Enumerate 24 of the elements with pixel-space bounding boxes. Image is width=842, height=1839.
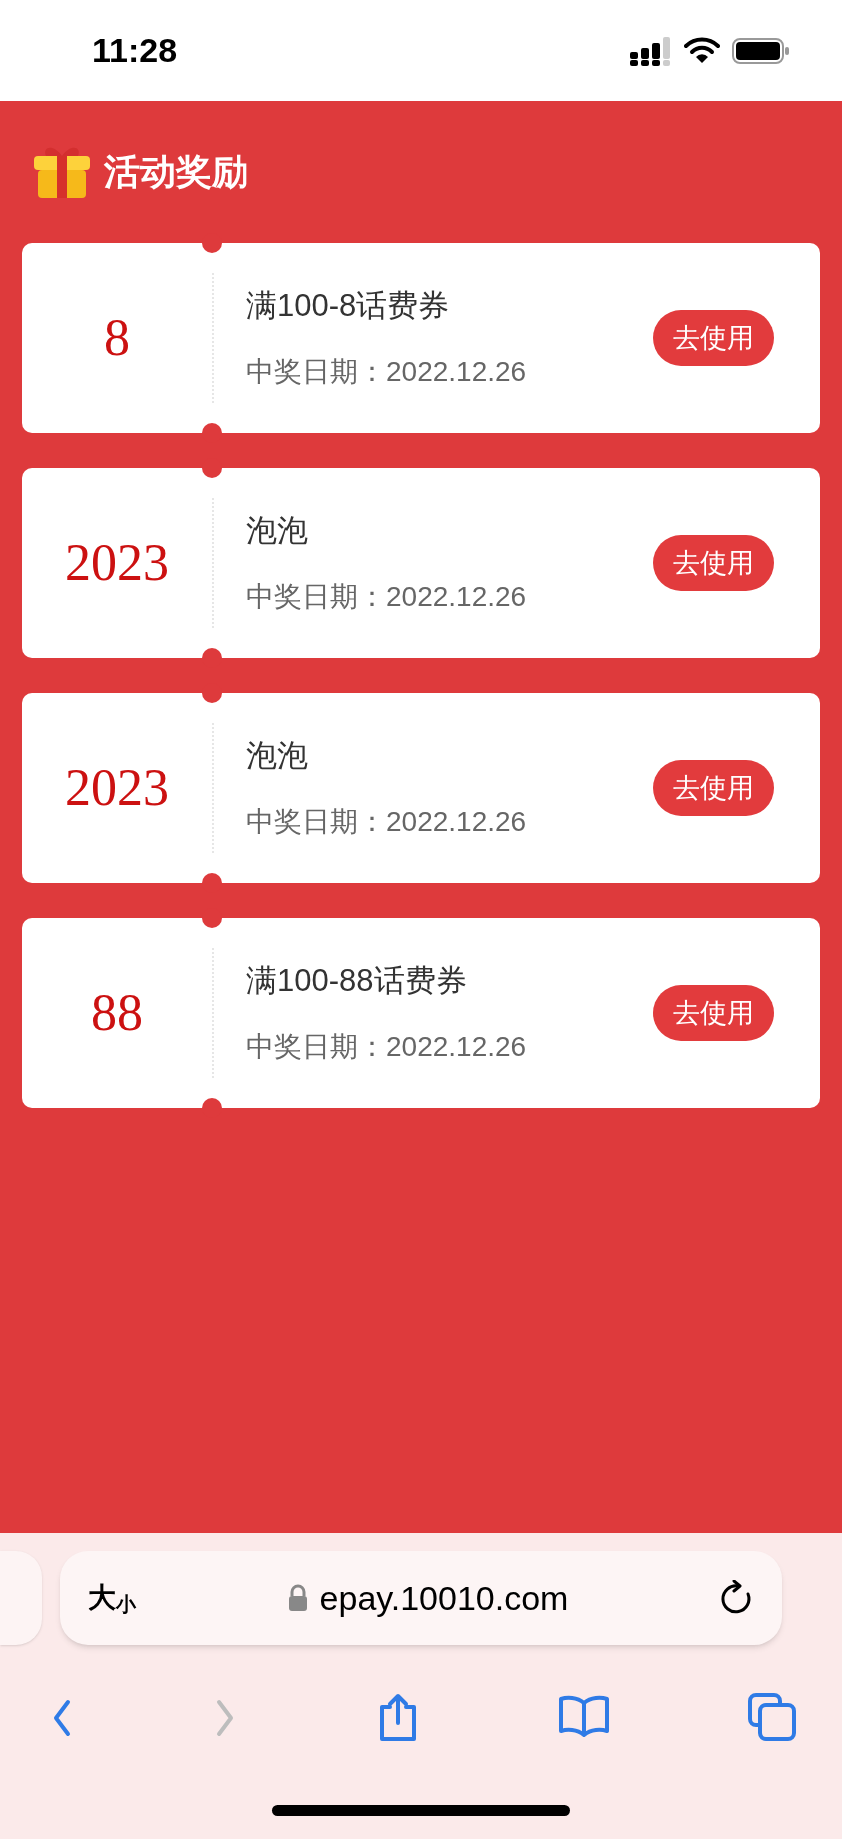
use-button[interactable]: 去使用 [653, 310, 774, 366]
battery-icon [732, 36, 790, 65]
award-date: 中奖日期：2022.12.26 [246, 805, 528, 840]
signal-icon [630, 35, 672, 66]
award-date: 中奖日期：2022.12.26 [246, 355, 528, 390]
page-title: 活动奖励 [104, 150, 248, 194]
reward-value: 88 [91, 983, 143, 1043]
reward-title: 泡泡 [246, 511, 309, 550]
reward-title: 满100-8话费券 [246, 286, 451, 325]
reward-title: 泡泡 [246, 736, 309, 775]
use-button[interactable]: 去使用 [653, 535, 774, 591]
reward-value: 2023 [65, 533, 169, 593]
award-date: 中奖日期：2022.12.26 [246, 580, 528, 615]
tabs-icon[interactable] [748, 1693, 796, 1743]
status-time: 11:28 [92, 30, 178, 71]
award-date: 中奖日期：2022.12.26 [246, 1030, 528, 1065]
lock-icon [287, 1584, 308, 1612]
use-button[interactable]: 去使用 [653, 985, 774, 1041]
reward-value: 8 [104, 308, 130, 368]
reward-title: 满100-88话费券 [246, 961, 468, 1000]
wifi-icon [684, 36, 720, 65]
reward-value: 2023 [65, 758, 169, 818]
url-text[interactable]: epay.10010.com [319, 1572, 569, 1624]
use-button[interactable]: 去使用 [653, 760, 774, 816]
